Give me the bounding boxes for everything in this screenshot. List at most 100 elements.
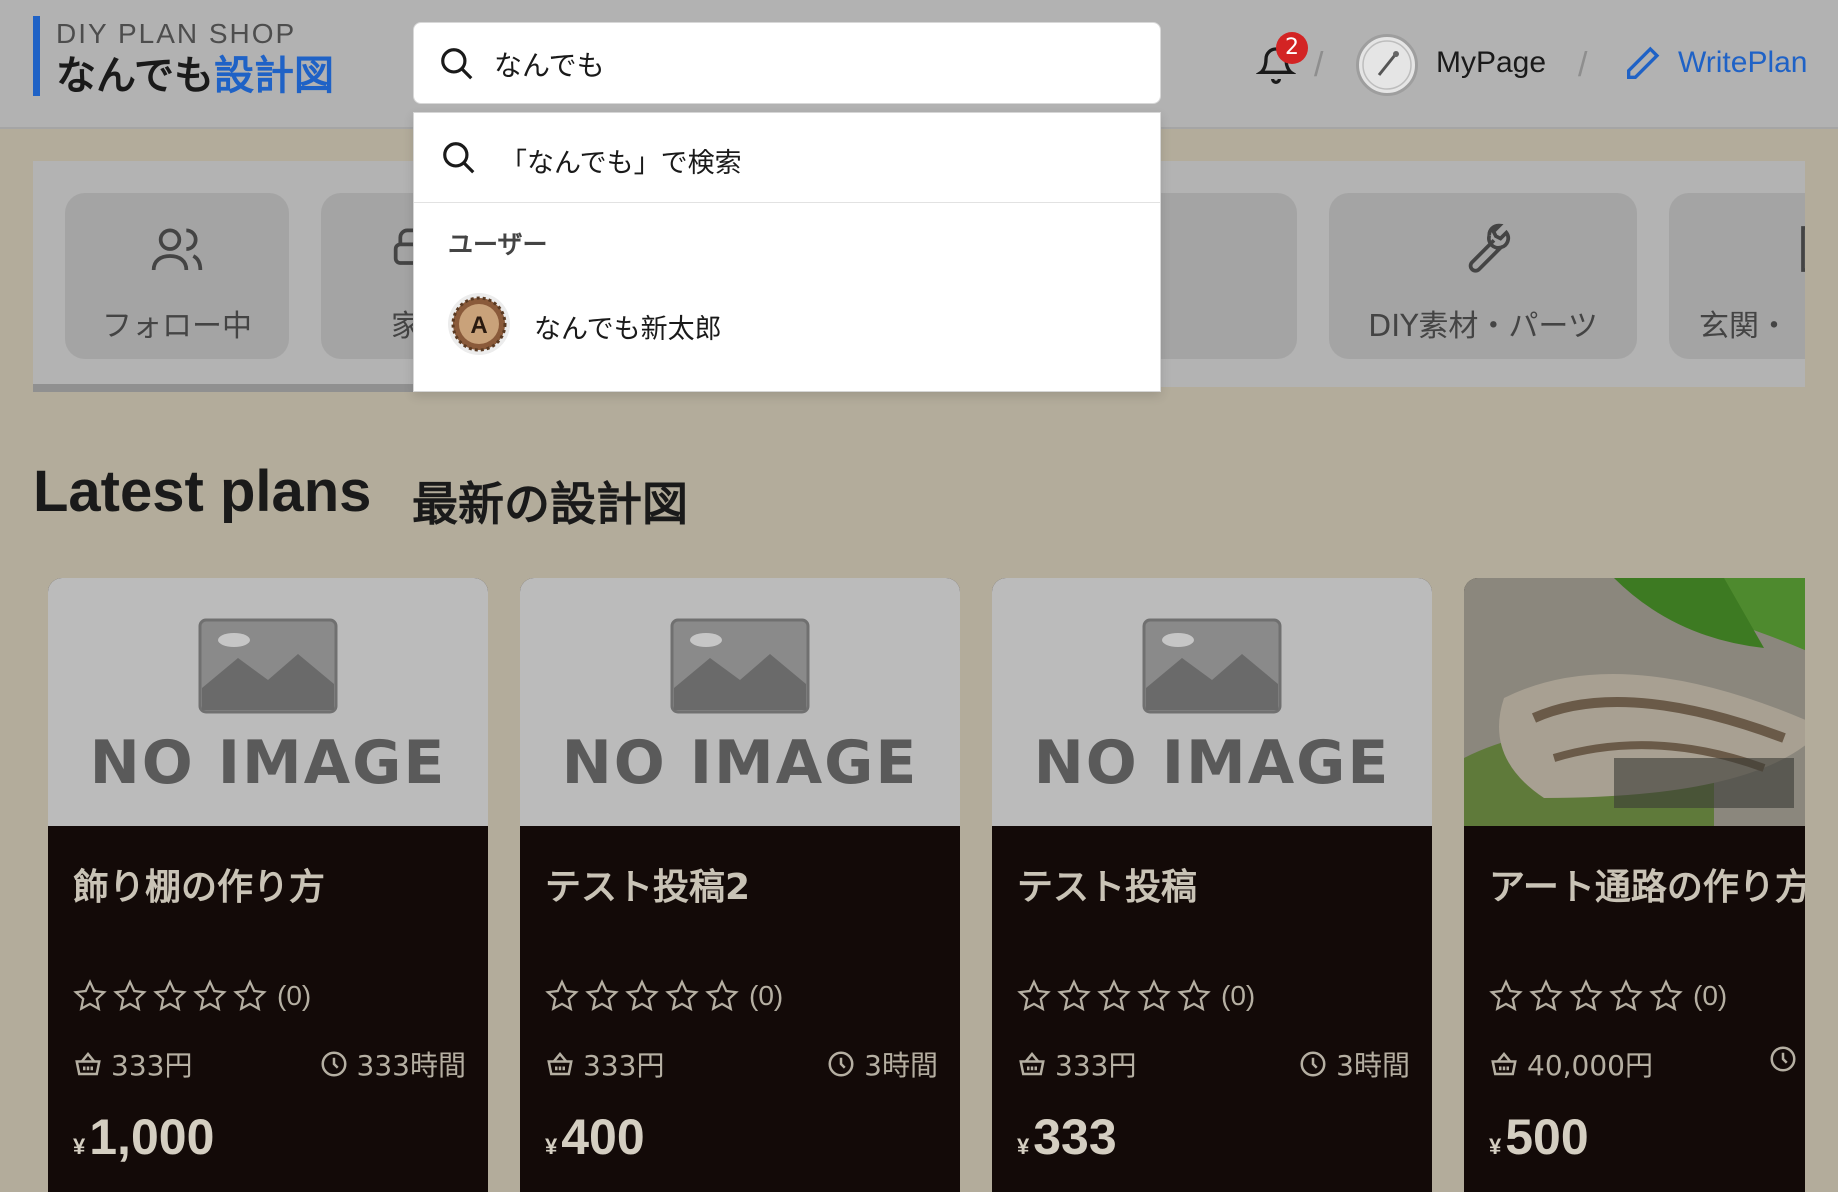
suggestion-section-users: ユーザー bbox=[448, 230, 548, 259]
category-entrance[interactable]: 玄関・ bbox=[1669, 193, 1805, 359]
clock-icon bbox=[828, 1051, 854, 1077]
logo-subtitle: DIY PLAN SHOP bbox=[56, 18, 297, 49]
star-icon bbox=[1057, 979, 1091, 1012]
material-cost: 333円 bbox=[73, 1044, 192, 1084]
search-input[interactable] bbox=[494, 35, 1134, 93]
logo-title-accent: 設計図 bbox=[214, 53, 334, 99]
cost-value: 333円 bbox=[1055, 1049, 1137, 1082]
basket-icon bbox=[75, 1052, 101, 1076]
avatar[interactable] bbox=[1356, 34, 1418, 96]
pencil-icon[interactable] bbox=[1622, 44, 1662, 84]
search-suggestion-query[interactable]: 「なんでも」で検索 bbox=[414, 113, 1160, 203]
material-cost: 40,000円 bbox=[1489, 1044, 1653, 1084]
search-icon bbox=[441, 48, 473, 80]
image-placeholder-icon bbox=[198, 618, 338, 714]
plan-price: ¥400 bbox=[545, 1108, 645, 1166]
search-suggestion-text: 「なんでも」で検索 bbox=[500, 148, 742, 179]
yen-symbol: ¥ bbox=[1017, 1134, 1030, 1159]
image-placeholder-icon bbox=[670, 618, 810, 714]
writeplan-link[interactable]: WritePlan bbox=[1678, 46, 1808, 80]
star-icon bbox=[153, 979, 187, 1012]
star-icon bbox=[193, 979, 227, 1012]
work-time bbox=[1768, 1044, 1805, 1074]
work-time: 3時間 bbox=[1298, 1044, 1410, 1084]
users-icon bbox=[151, 228, 203, 271]
plan-photo bbox=[1464, 578, 1805, 826]
cost-value: 333円 bbox=[583, 1049, 665, 1082]
basket-icon bbox=[1491, 1052, 1517, 1076]
star-icon bbox=[705, 979, 739, 1012]
no-image-text: NO IMAGE bbox=[89, 728, 447, 798]
rating-stars: (0) bbox=[73, 978, 311, 1014]
user-avatar-badge: A bbox=[451, 296, 507, 352]
no-image-placeholder: NO IMAGE bbox=[520, 578, 960, 826]
plan-card[interactable]: NO IMAGE テスト投稿2 (0) 333円 3時間 ¥400 bbox=[520, 578, 960, 1192]
avatar-emblem-icon bbox=[1362, 40, 1412, 90]
work-time: 333時間 bbox=[319, 1044, 466, 1084]
star-icon bbox=[1569, 979, 1603, 1012]
star-icon bbox=[585, 979, 619, 1012]
no-image-placeholder: NO IMAGE bbox=[992, 578, 1432, 826]
star-icon bbox=[113, 979, 147, 1012]
notification-badge: 2 bbox=[1276, 32, 1308, 64]
plan-price: ¥1,000 bbox=[73, 1108, 214, 1166]
star-icon bbox=[625, 979, 659, 1012]
price-amount: 500 bbox=[1505, 1109, 1589, 1165]
cost-value: 40,000円 bbox=[1527, 1049, 1653, 1082]
rating-count: (0) bbox=[1221, 980, 1256, 1011]
user-avatar-letter: A bbox=[470, 312, 487, 339]
wrench-icon bbox=[1468, 223, 1511, 273]
category-active-indicator bbox=[33, 384, 413, 392]
plan-title[interactable]: テスト投稿2 bbox=[545, 858, 750, 910]
star-icon bbox=[1177, 979, 1211, 1012]
image-placeholder-icon bbox=[1142, 618, 1282, 714]
material-cost: 333円 bbox=[1017, 1044, 1136, 1084]
rating-count: (0) bbox=[749, 980, 784, 1011]
search-suggestions: 「なんでも」で検索 ユーザー A なんでも新太郎 bbox=[413, 112, 1161, 392]
time-value: 3時間 bbox=[864, 1049, 938, 1082]
door-icon bbox=[1801, 226, 1805, 272]
logo[interactable]: DIY PLAN SHOP なんでも設計図 bbox=[33, 16, 334, 99]
price-amount: 333 bbox=[1033, 1109, 1117, 1165]
work-time: 3時間 bbox=[826, 1044, 938, 1084]
category-diy-parts[interactable]: DIY素材・パーツ bbox=[1329, 193, 1637, 359]
star-icon bbox=[1017, 979, 1051, 1012]
plan-price: ¥500 bbox=[1489, 1108, 1589, 1166]
rating-count: (0) bbox=[1693, 980, 1728, 1011]
garden-path-photo bbox=[1464, 578, 1805, 826]
plan-title[interactable]: 飾り棚の作り方 bbox=[73, 858, 325, 910]
star-icon bbox=[1097, 979, 1131, 1012]
suggestion-user[interactable]: A なんでも新太郎 bbox=[414, 283, 1160, 373]
rating-stars: (0) bbox=[1489, 978, 1727, 1014]
section-title-en: Latest plans bbox=[33, 459, 372, 524]
category-label: DIY素材・パーツ bbox=[1368, 309, 1598, 344]
time-value: 333時間 bbox=[356, 1049, 466, 1082]
rating-stars: (0) bbox=[1017, 978, 1255, 1014]
plan-title[interactable]: アート通路の作り方 bbox=[1489, 858, 1805, 910]
logo-title: なんでも設計図 bbox=[56, 52, 334, 100]
rating-stars: (0) bbox=[545, 978, 783, 1014]
category-label: 玄関・ bbox=[1699, 309, 1789, 344]
no-image-placeholder: NO IMAGE bbox=[48, 578, 488, 826]
material-cost: 333円 bbox=[545, 1044, 664, 1084]
plan-title[interactable]: テスト投稿 bbox=[1017, 858, 1197, 910]
time-value: 3時間 bbox=[1336, 1049, 1410, 1082]
search-icon bbox=[443, 142, 475, 174]
plan-card[interactable]: NO IMAGE テスト投稿 (0) 333円 3時間 ¥333 bbox=[992, 578, 1432, 1192]
mypage-link[interactable]: MyPage bbox=[1436, 46, 1546, 80]
plan-card[interactable]: アート通路の作り方 (0) 40,000円 ¥500 bbox=[1464, 578, 1805, 1192]
yen-symbol: ¥ bbox=[545, 1134, 558, 1159]
user-name: なんでも新太郎 bbox=[534, 314, 722, 345]
star-icon bbox=[73, 979, 107, 1012]
star-icon bbox=[1489, 979, 1523, 1012]
plan-card[interactable]: NO IMAGE 飾り棚の作り方 (0) 333円 333時間 ¥1,000 bbox=[48, 578, 488, 1192]
clock-icon bbox=[1300, 1051, 1326, 1077]
header-separator: / bbox=[1578, 46, 1588, 84]
category-follow[interactable]: フォロー中 bbox=[65, 193, 289, 359]
basket-icon bbox=[547, 1052, 573, 1076]
logo-title-main: なんでも bbox=[56, 53, 214, 99]
no-image-text: NO IMAGE bbox=[1033, 728, 1391, 798]
plan-list: NO IMAGE 飾り棚の作り方 (0) 333円 333時間 ¥1,000 N… bbox=[33, 578, 1805, 1192]
category-label: フォロー中 bbox=[102, 309, 252, 344]
search-bar[interactable] bbox=[413, 22, 1161, 104]
